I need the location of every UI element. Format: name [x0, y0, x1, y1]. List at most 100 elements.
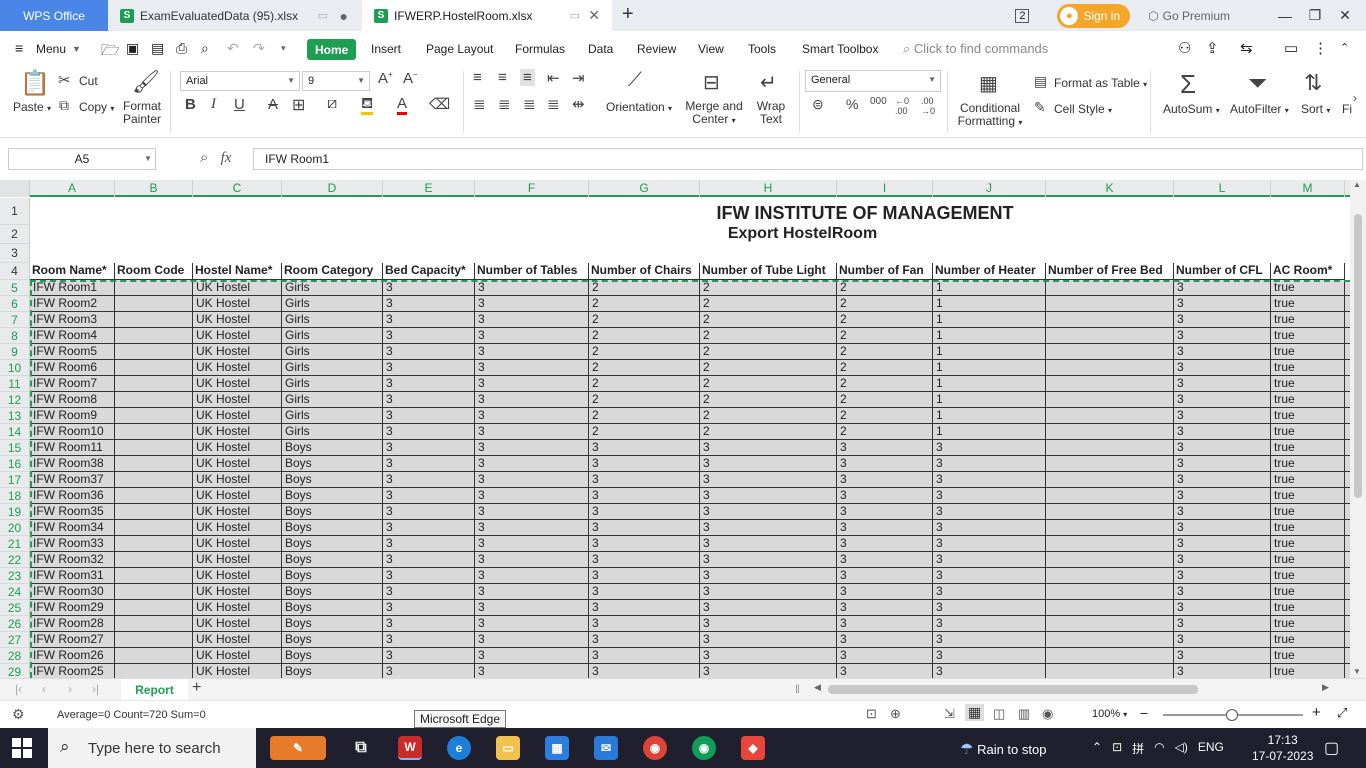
- anydesk-icon[interactable]: ◆: [741, 736, 765, 760]
- table-cell[interactable]: IFW Room2: [30, 296, 115, 312]
- taskbar-clock[interactable]: 17:13 17-07-2023: [1252, 732, 1313, 764]
- column-header-i[interactable]: I: [837, 180, 933, 197]
- table-cell[interactable]: Boys: [282, 456, 383, 472]
- freeze-icon[interactable]: ⊕: [890, 706, 901, 722]
- row-header[interactable]: 22: [0, 552, 30, 568]
- tab-review[interactable]: Review: [637, 42, 676, 56]
- table-cell[interactable]: 3: [1174, 408, 1271, 424]
- column-header-j[interactable]: J: [933, 180, 1046, 197]
- table-cell[interactable]: [1046, 568, 1174, 584]
- table-cell[interactable]: true: [1271, 408, 1345, 424]
- justify-icon[interactable]: ≣: [547, 95, 560, 113]
- tab-formulas[interactable]: Formulas: [515, 42, 565, 56]
- table-cell[interactable]: UK Hostel: [193, 440, 282, 456]
- zoom-out-icon[interactable]: −: [1140, 705, 1148, 721]
- open-folder-icon[interactable]: 🗁: [101, 40, 120, 65]
- row-header[interactable]: 7: [0, 312, 30, 328]
- comment-icon[interactable]: ▭: [1284, 39, 1298, 57]
- table-cell[interactable]: IFW Room7: [30, 376, 115, 392]
- row-header[interactable]: 9: [0, 344, 30, 360]
- table-cell[interactable]: 3: [589, 456, 700, 472]
- table-cell[interactable]: UK Hostel: [193, 408, 282, 424]
- column-header-c[interactable]: C: [193, 180, 282, 197]
- format-as-table-button[interactable]: Format as Table ▾: [1054, 76, 1147, 90]
- row-header[interactable]: 10: [0, 360, 30, 376]
- header-cell[interactable]: Room Category: [282, 263, 383, 280]
- sheet-subtitle[interactable]: Export HostelRoom: [30, 225, 1350, 244]
- format-table-icon[interactable]: ▤: [1034, 73, 1047, 90]
- row-header[interactable]: 26: [0, 616, 30, 632]
- table-cell[interactable]: 2: [837, 424, 933, 440]
- table-cell[interactable]: Boys: [282, 488, 383, 504]
- table-cell[interactable]: 3: [837, 584, 933, 600]
- table-cell[interactable]: [115, 360, 193, 376]
- table-cell[interactable]: 3: [1174, 504, 1271, 520]
- table-cell[interactable]: Boys: [282, 584, 383, 600]
- row-header[interactable]: 23: [0, 568, 30, 584]
- table-cell[interactable]: UK Hostel: [193, 520, 282, 536]
- table-cell[interactable]: 2: [837, 376, 933, 392]
- table-cell[interactable]: 3: [589, 664, 700, 678]
- table-cell[interactable]: [1046, 552, 1174, 568]
- next-sheet-icon[interactable]: ›: [68, 682, 72, 696]
- row-header[interactable]: 8: [0, 328, 30, 344]
- table-cell[interactable]: 3: [589, 648, 700, 664]
- table-cell[interactable]: 3: [589, 536, 700, 552]
- table-cell[interactable]: 3: [933, 600, 1046, 616]
- table-cell[interactable]: 3: [475, 616, 589, 632]
- mail-icon[interactable]: ✉: [594, 736, 618, 760]
- table-cell[interactable]: 3: [475, 552, 589, 568]
- table-cell[interactable]: 3: [383, 360, 475, 376]
- row-header[interactable]: 11: [0, 376, 30, 392]
- table-cell[interactable]: 1: [933, 312, 1046, 328]
- normal-view-icon[interactable]: ▦: [965, 704, 985, 721]
- table-cell[interactable]: 3: [589, 568, 700, 584]
- increase-indent-icon[interactable]: ⇥: [572, 69, 585, 87]
- table-cell[interactable]: 3: [933, 504, 1046, 520]
- table-cell[interactable]: [1046, 504, 1174, 520]
- table-cell[interactable]: IFW Room1: [30, 280, 115, 296]
- ribbon-scroll-right-icon[interactable]: ›: [1353, 91, 1357, 105]
- tab-data[interactable]: Data: [588, 42, 613, 56]
- table-cell[interactable]: 3: [1174, 472, 1271, 488]
- table-cell[interactable]: true: [1271, 632, 1345, 648]
- table-cell[interactable]: 2: [837, 312, 933, 328]
- monitor-icon[interactable]: ▭: [318, 9, 328, 22]
- vertical-scroll-thumb[interactable]: [1354, 214, 1362, 498]
- row-header[interactable]: 20: [0, 520, 30, 536]
- table-cell[interactable]: Girls: [282, 296, 383, 312]
- table-cell[interactable]: IFW Room10: [30, 424, 115, 440]
- table-cell[interactable]: 3: [589, 472, 700, 488]
- table-cell[interactable]: Boys: [282, 600, 383, 616]
- edge-icon[interactable]: e: [447, 736, 471, 760]
- table-cell[interactable]: UK Hostel: [193, 584, 282, 600]
- table-cell[interactable]: true: [1271, 664, 1345, 678]
- header-cell[interactable]: Bed Capacity*: [383, 263, 475, 280]
- table-cell[interactable]: UK Hostel: [193, 328, 282, 344]
- table-cell[interactable]: IFW Room9: [30, 408, 115, 424]
- table-cell[interactable]: 3: [700, 440, 837, 456]
- borders-icon[interactable]: ⊞: [292, 95, 305, 115]
- monitor-icon[interactable]: ▭: [570, 9, 580, 22]
- horizontal-scroll-thumb[interactable]: [828, 685, 1198, 694]
- table-cell[interactable]: Boys: [282, 616, 383, 632]
- sheet-tab-report[interactable]: Report: [121, 679, 188, 701]
- table-cell[interactable]: 3: [475, 392, 589, 408]
- copy-icon[interactable]: ⧉: [59, 97, 69, 114]
- table-cell[interactable]: 3: [700, 664, 837, 678]
- table-cell[interactable]: 3: [475, 600, 589, 616]
- collapse-ribbon-icon[interactable]: ⌃: [1340, 41, 1349, 54]
- page-break-view-icon[interactable]: ◫: [993, 706, 1005, 722]
- table-cell[interactable]: true: [1271, 312, 1345, 328]
- table-cell[interactable]: 3: [700, 456, 837, 472]
- notifications-icon[interactable]: ▢: [1324, 738, 1339, 758]
- reading-mode-icon[interactable]: ⇲: [944, 706, 955, 722]
- orientation-icon[interactable]: ⟋: [628, 69, 642, 92]
- table-cell[interactable]: [115, 584, 193, 600]
- table-cell[interactable]: [115, 456, 193, 472]
- conditional-formatting-button[interactable]: Conditional Formatting ▾: [955, 102, 1025, 129]
- table-cell[interactable]: 3: [383, 376, 475, 392]
- table-cell[interactable]: 2: [837, 360, 933, 376]
- table-cell[interactable]: 3: [933, 440, 1046, 456]
- table-cell[interactable]: IFW Room4: [30, 328, 115, 344]
